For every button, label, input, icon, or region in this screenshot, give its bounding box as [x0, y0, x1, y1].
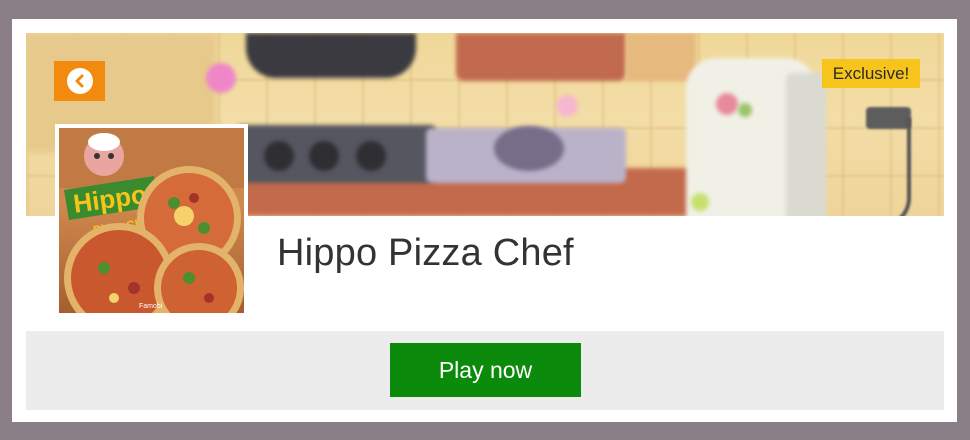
game-thumbnail: Hippo Pizza Chef Famobi: [55, 124, 248, 317]
exclusive-badge: Exclusive!: [822, 59, 920, 88]
back-button[interactable]: [54, 61, 105, 101]
game-title: Hippo Pizza Chef: [277, 232, 574, 274]
thumbnail-artwork: Hippo Pizza Chef Famobi: [59, 128, 244, 313]
play-now-button[interactable]: Play now: [390, 343, 581, 397]
chevron-left-icon: [66, 68, 93, 94]
thumbnail-publisher: Famobi: [139, 303, 163, 310]
